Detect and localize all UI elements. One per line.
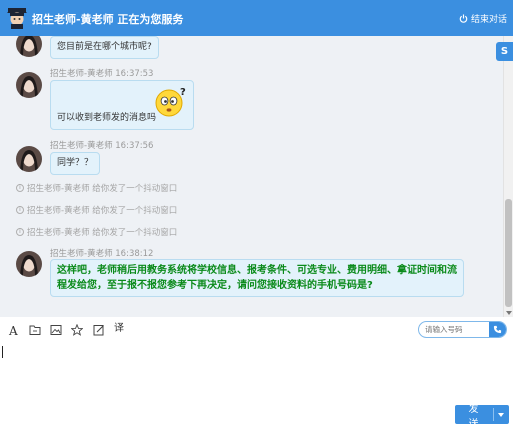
- service-icon: S: [500, 46, 509, 57]
- message-text: 可以收到老师发的消息吗: [57, 113, 157, 123]
- font-icon[interactable]: A: [8, 324, 20, 336]
- folder-icon[interactable]: [29, 324, 41, 336]
- message-meta: 招生老师-黄老师 16:37:53: [50, 69, 154, 79]
- message-bubble: 可以收到老师发的消息吗 ?: [50, 80, 194, 130]
- message-bubble: 同学？？: [50, 152, 101, 175]
- send-button[interactable]: 发 送: [455, 404, 509, 428]
- phone-submit-button[interactable]: [489, 322, 506, 337]
- phone-number-field: [418, 321, 507, 338]
- chevron-down-icon[interactable]: [498, 412, 504, 417]
- confused-emoji-icon: ?: [155, 87, 186, 117]
- header-title: 招生老师-黄老师 正在为您服务: [32, 13, 184, 26]
- chat-history: 您目前是在哪个城市呢? 招生老师-黄老师 16:37:53 可以收到老师发的消息…: [0, 36, 503, 317]
- message-meta: 招生老师-黄老师 16:38:12: [50, 249, 154, 259]
- chat-scrollbar[interactable]: [503, 36, 513, 317]
- phone-icon: [493, 325, 502, 334]
- system-notice-text: 招生老师-黄老师 给你发了一个抖动窗口: [27, 228, 178, 238]
- question-mark-text: ?: [180, 87, 186, 98]
- end-chat-button[interactable]: 结束对话: [459, 12, 507, 25]
- scrollbar-thumb[interactable]: [505, 199, 512, 307]
- power-icon: [459, 14, 468, 23]
- teacher-avatar: [16, 146, 42, 172]
- image-icon[interactable]: [50, 324, 62, 336]
- end-chat-label: 结束对话: [470, 15, 507, 25]
- system-notice-text: 招生老师-黄老师 给你发了一个抖动窗口: [27, 206, 178, 216]
- message-bubble: 这样吧，老师稍后用教务系统将学校信息、报考条件、可选专业、费用明细、拿证时间和流…: [50, 259, 464, 297]
- info-icon: i: [16, 206, 24, 214]
- message-text: 您目前是在哪个城市呢?: [57, 42, 152, 52]
- info-icon: i: [16, 184, 24, 192]
- message-text: 这样吧，老师稍后用教务系统将学校信息、报考条件、可选专业、费用明细、拿证时间和流…: [57, 265, 457, 291]
- system-notice-text: 招生老师-黄老师 给你发了一个抖动窗口: [27, 184, 178, 194]
- message-meta: 招生老师-黄老师 16:37:56: [50, 141, 154, 151]
- teacher-avatar-icon: [7, 8, 27, 29]
- text-caret: [2, 346, 3, 358]
- system-notice: i 招生老师-黄老师 给你发了一个抖动窗口: [16, 182, 177, 194]
- teacher-avatar: [16, 251, 42, 277]
- edit-icon[interactable]: [93, 324, 105, 336]
- star-icon[interactable]: [71, 324, 83, 336]
- scroll-down-icon[interactable]: [506, 311, 512, 315]
- system-notice: i 招生老师-黄老师 给你发了一个抖动窗口: [16, 226, 177, 238]
- chat-header: 招生老师-黄老师 正在为您服务 结束对话: [0, 0, 513, 36]
- teacher-avatar: [16, 36, 42, 57]
- teacher-avatar: [16, 72, 42, 98]
- svg-text:A: A: [8, 324, 18, 336]
- phone-number-input[interactable]: [425, 324, 489, 335]
- info-icon: i: [16, 228, 24, 236]
- message-text: 同学？？: [57, 158, 94, 168]
- message-editor[interactable]: [0, 342, 513, 428]
- send-label: 发 送: [468, 403, 483, 428]
- system-notice: i 招生老师-黄老师 给你发了一个抖动窗口: [16, 204, 177, 216]
- message-bubble: 您目前是在哪个城市呢?: [50, 36, 159, 59]
- send-divider: [493, 408, 494, 421]
- translate-icon[interactable]: 译: [114, 323, 126, 335]
- side-service-button[interactable]: S: [496, 42, 513, 61]
